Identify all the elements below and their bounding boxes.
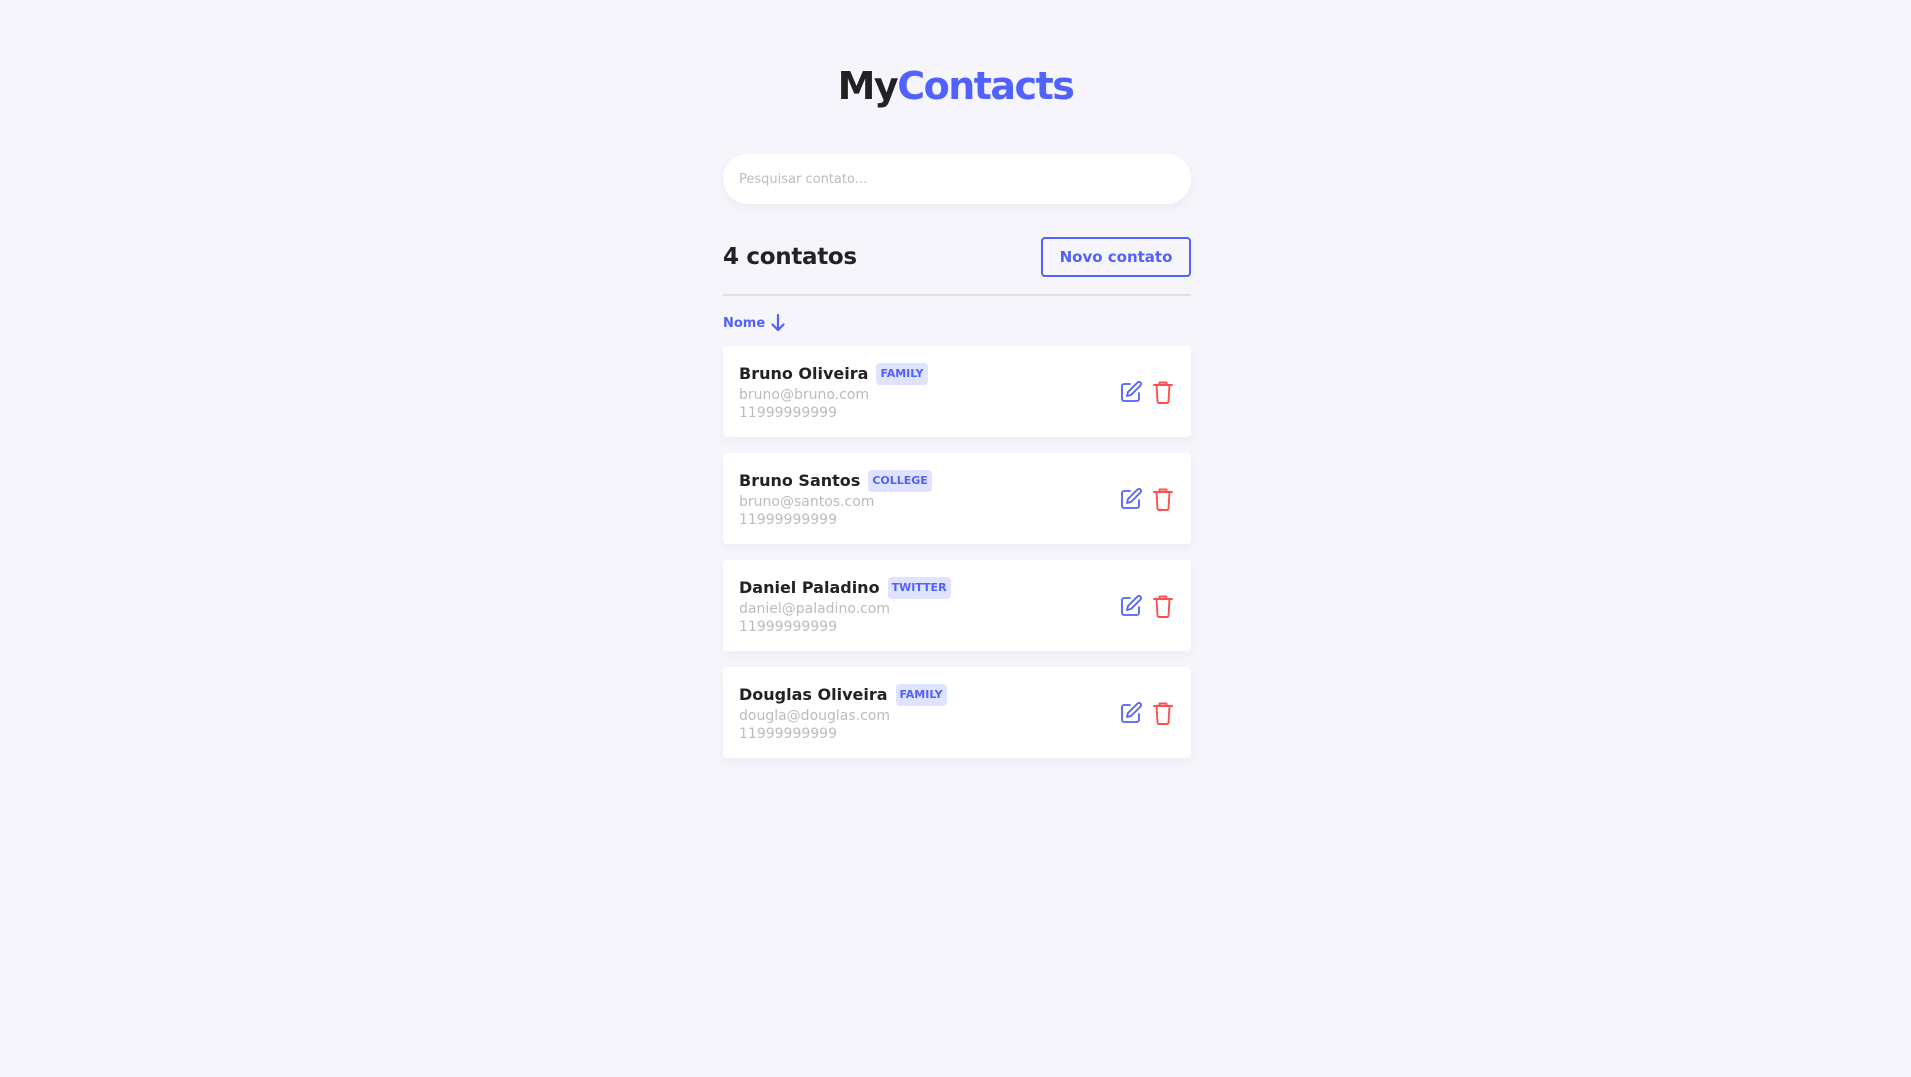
contacts-count: 4 contatos — [723, 244, 857, 270]
contact-name-row: Bruno Santos COLLEGE — [739, 469, 932, 493]
contact-name-row: Daniel Paladino TWITTER — [739, 576, 951, 600]
contact-phone: 11999999999 — [739, 511, 837, 528]
contact-card: Bruno Santos COLLEGE bruno@santos.com 11… — [723, 453, 1191, 544]
contact-email: bruno@bruno.com — [739, 386, 870, 403]
contact-name: Daniel Paladino — [739, 578, 880, 597]
main-container: 4 contatos Novo contato Nome Bruno Olive… — [723, 154, 1191, 774]
arrow-down-icon — [771, 314, 785, 332]
contact-card: Daniel Paladino TWITTER daniel@paladino.… — [723, 560, 1191, 651]
contact-card: Bruno Oliveira FAMILY bruno@bruno.com 11… — [723, 346, 1191, 437]
trash-icon[interactable] — [1151, 594, 1175, 618]
divider — [723, 294, 1191, 296]
contact-card: Douglas Oliveira FAMILY dougla@douglas.c… — [723, 667, 1191, 758]
contact-actions — [1119, 487, 1175, 511]
app-logo: MyContacts — [0, 58, 1911, 114]
contacts-list: Bruno Oliveira FAMILY bruno@bruno.com 11… — [723, 346, 1191, 758]
logo-text-contacts: Contacts — [897, 64, 1075, 108]
contact-category-badge: FAMILY — [895, 683, 947, 706]
contact-info: Bruno Santos COLLEGE bruno@santos.com 11… — [739, 469, 932, 529]
contact-info: Douglas Oliveira FAMILY dougla@douglas.c… — [739, 683, 947, 743]
edit-icon[interactable] — [1119, 701, 1143, 725]
search-input[interactable] — [723, 154, 1191, 204]
logo-text-my: My — [837, 64, 899, 108]
trash-icon[interactable] — [1151, 380, 1175, 404]
contact-name: Bruno Santos — [739, 471, 861, 490]
contact-email: dougla@douglas.com — [739, 707, 891, 724]
edit-icon[interactable] — [1119, 487, 1143, 511]
trash-icon[interactable] — [1151, 701, 1175, 725]
trash-icon[interactable] — [1151, 487, 1175, 511]
edit-icon[interactable] — [1119, 594, 1143, 618]
contact-actions — [1119, 594, 1175, 618]
contact-name-row: Douglas Oliveira FAMILY — [739, 683, 947, 707]
contact-info: Daniel Paladino TWITTER daniel@paladino.… — [739, 576, 951, 636]
contact-phone: 11999999999 — [739, 618, 837, 635]
contact-name: Bruno Oliveira — [739, 364, 869, 383]
contact-name-row: Bruno Oliveira FAMILY — [739, 362, 928, 386]
contact-phone: 11999999999 — [739, 404, 837, 421]
contact-name: Douglas Oliveira — [739, 685, 888, 704]
list-header: 4 contatos Novo contato — [723, 237, 1191, 277]
contact-info: Bruno Oliveira FAMILY bruno@bruno.com 11… — [739, 362, 928, 422]
sort-label: Nome — [723, 315, 766, 331]
contact-actions — [1119, 701, 1175, 725]
contact-phone: 11999999999 — [739, 725, 837, 742]
contact-actions — [1119, 380, 1175, 404]
contact-email: bruno@santos.com — [739, 493, 875, 510]
sort-by-name-button[interactable]: Nome — [723, 312, 785, 334]
edit-icon[interactable] — [1119, 380, 1143, 404]
contact-email: daniel@paladino.com — [739, 600, 890, 617]
contact-category-badge: TWITTER — [887, 576, 951, 599]
new-contact-button[interactable]: Novo contato — [1041, 237, 1191, 277]
contact-category-badge: FAMILY — [876, 362, 928, 385]
contact-category-badge: COLLEGE — [868, 469, 932, 492]
